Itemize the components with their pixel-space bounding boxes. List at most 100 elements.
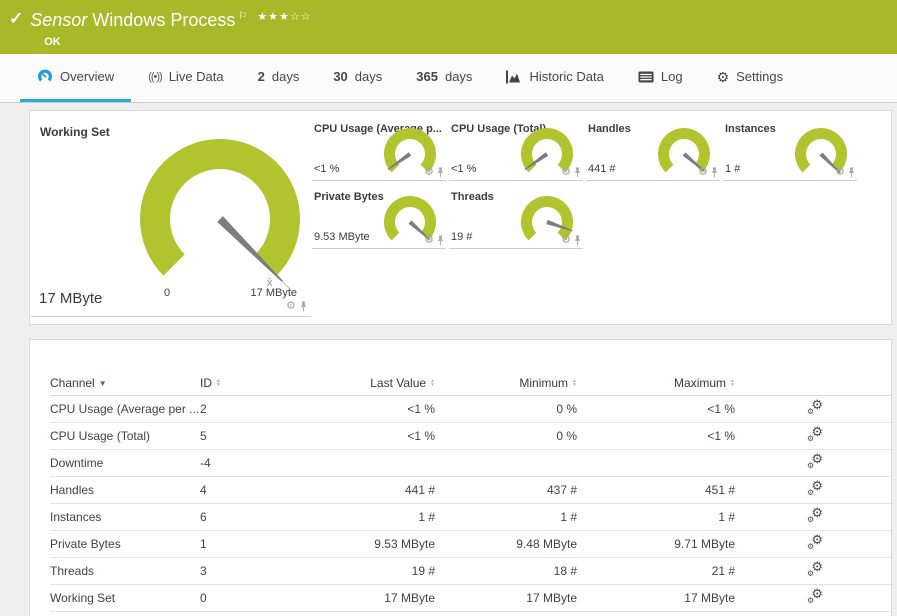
channel-name[interactable]: CPU Usage (Average per ... — [50, 402, 200, 416]
sort-icon: ▲ ▼ — [216, 378, 221, 388]
maximum-value: 17 MByte — [684, 591, 735, 605]
pin-icon[interactable] — [436, 167, 445, 178]
table-row[interactable]: Private Bytes 1 9.53 MByte 9.48 MByte 9.… — [50, 531, 891, 558]
channel-name[interactable]: Handles — [50, 483, 200, 497]
column-header-last-value[interactable]: Last Value ▲ ▼ — [300, 376, 435, 390]
mini-gauge-value: 441 # — [588, 163, 616, 175]
tab-label: days — [444, 69, 473, 84]
gauge-settings-icon[interactable]: ⚙ — [424, 235, 434, 246]
gauge-settings-icon[interactable]: ⚙ — [286, 301, 296, 312]
table-row[interactable]: Downtime -4 ⚙ ⚙ — [50, 450, 891, 477]
channel-id: 4 — [200, 483, 207, 497]
mini-gauge-cpu-total[interactable]: CPU Usage (Total) <1 % ⚙ — [449, 121, 583, 181]
tab-label: Settings — [736, 69, 784, 84]
table-row[interactable]: CPU Usage (Total) 5 <1 % 0 % <1 % ⚙ ⚙ — [50, 423, 891, 450]
last-value: <1 % — [407, 402, 435, 416]
tab-historic-data[interactable]: Historic Data — [489, 54, 620, 102]
channels-panel: Channel ▼ ID ▲ ▼ Last Value ▲ ▼ Minimum ▲ ▼… — [29, 339, 892, 616]
gauge-settings-icon[interactable]: ⚙ — [561, 167, 571, 178]
table-row[interactable]: Instances 6 1 # 1 # 1 # ⚙ ⚙ — [50, 504, 891, 531]
channel-settings-icon[interactable]: ⚙ ⚙ — [807, 560, 823, 578]
gauge-settings-icon[interactable]: ⚙ — [835, 167, 845, 178]
table-row[interactable]: Handles 4 441 # 437 # 451 # ⚙ ⚙ — [50, 477, 891, 504]
tab-live-data[interactable]: ((•)) Live Data — [131, 54, 240, 102]
channel-settings-icon[interactable]: ⚙ ⚙ — [807, 506, 823, 524]
minimum-value: 17 MByte — [526, 591, 577, 605]
log-icon — [638, 71, 654, 82]
channel-settings-icon[interactable]: ⚙ ⚙ — [807, 398, 823, 416]
maximum-value: <1 % — [707, 402, 735, 416]
mini-gauge-handles[interactable]: Handles 441 # ⚙ — [586, 121, 720, 181]
maximum-value: 451 # — [704, 483, 735, 497]
mini-gauge-value: <1 % — [314, 163, 340, 175]
gauge-scale-min: 0 — [163, 287, 171, 299]
channel-name[interactable]: Working Set — [50, 591, 200, 605]
column-header-minimum[interactable]: Minimum ▲ ▼ — [435, 376, 577, 390]
sensor-header: ✓ Sensor Windows Process ⚐ ★★★☆☆ OK — [0, 0, 897, 54]
maximum-value: 21 # — [711, 564, 735, 578]
mini-gauge-title: Instances — [725, 123, 776, 135]
mini-gauge-title: Handles — [588, 123, 631, 135]
channel-id: 2 — [200, 402, 207, 416]
channel-name[interactable]: Instances — [50, 510, 200, 524]
flag-icon[interactable]: ⚐ — [238, 11, 247, 22]
pin-icon[interactable] — [436, 235, 445, 246]
channel-settings-icon[interactable]: ⚙ ⚙ — [807, 479, 823, 497]
channel-settings-icon[interactable]: ⚙ ⚙ — [807, 452, 823, 470]
channel-name[interactable]: Downtime — [50, 456, 200, 470]
minimum-value: 9.48 MByte — [516, 537, 577, 551]
column-header-maximum[interactable]: Maximum ▲ ▼ — [577, 376, 735, 390]
tab-30-days[interactable]: 30 days — [316, 54, 399, 102]
mini-gauge-instances[interactable]: Instances 1 # ⚙ — [723, 121, 857, 181]
mini-gauge-value: 1 # — [725, 163, 741, 175]
channel-settings-icon[interactable]: ⚙ ⚙ — [807, 425, 823, 443]
column-header-id[interactable]: ID ▲ ▼ — [200, 376, 221, 390]
channel-settings-icon[interactable]: ⚙ ⚙ — [807, 587, 823, 605]
sensor-type-label: Sensor — [30, 10, 88, 30]
pin-icon[interactable] — [299, 301, 308, 312]
tab-365-days[interactable]: 365 days — [399, 54, 489, 102]
sensor-title-block: Sensor Windows Process ⚐ ★★★☆☆ OK — [30, 6, 311, 48]
column-header-channel[interactable]: Channel ▼ — [50, 376, 107, 390]
sort-desc-icon: ▼ — [98, 378, 107, 388]
table-header-row: Channel ▼ ID ▲ ▼ Last Value ▲ ▼ Minimum ▲ ▼… — [50, 371, 891, 396]
table-row[interactable]: CPU Usage (Average per ... 2 <1 % 0 % <1… — [50, 396, 891, 423]
column-label: ID — [200, 376, 212, 390]
channel-name[interactable]: CPU Usage (Total) — [50, 429, 200, 443]
channel-name[interactable]: Private Bytes — [50, 537, 200, 551]
tab-label: days — [354, 69, 383, 84]
gauge-settings-icon[interactable]: ⚙ — [561, 235, 571, 246]
minimum-value: 1 # — [560, 510, 577, 524]
table-row[interactable]: Threads 3 19 # 18 # 21 # ⚙ ⚙ — [50, 558, 891, 585]
pin-icon[interactable] — [847, 167, 856, 178]
tab-2-days[interactable]: 2 days — [241, 54, 317, 102]
tab-label: days — [271, 69, 300, 84]
broadcast-icon: ((•)) — [148, 70, 162, 83]
tab-settings[interactable]: ⚙ Settings — [700, 54, 801, 102]
channel-name[interactable]: Threads — [50, 564, 200, 578]
primary-gauge-actions: ⚙ — [286, 301, 308, 312]
pin-icon[interactable] — [573, 235, 582, 246]
gauge-settings-icon[interactable]: ⚙ — [424, 167, 434, 178]
tab-overview[interactable]: Overview — [20, 54, 132, 102]
table-row[interactable]: Working Set 0 17 MByte 17 MByte 17 MByte… — [50, 585, 891, 612]
mini-gauge-grid: CPU Usage (Average p... <1 % ⚙ CPU Usage… — [312, 121, 857, 249]
gauges-panel: Working Set x̄ 0 17 MByte 17 MByte ⚙ CPU… — [29, 110, 892, 325]
maximum-value: 9.71 MByte — [674, 537, 735, 551]
column-label: Channel — [50, 376, 95, 390]
primary-gauge-value: 17 MByte — [39, 290, 103, 307]
channel-settings-icon[interactable]: ⚙ ⚙ — [807, 533, 823, 551]
tab-number: 2 — [257, 69, 265, 84]
mini-gauge-value: 19 # — [451, 231, 473, 243]
pin-icon[interactable] — [710, 167, 719, 178]
channels-table: Channel ▼ ID ▲ ▼ Last Value ▲ ▼ Minimum ▲ ▼… — [30, 340, 891, 612]
gauge-settings-icon[interactable]: ⚙ — [698, 167, 708, 178]
mini-gauge-threads[interactable]: Threads 19 # ⚙ — [449, 189, 583, 249]
tab-log[interactable]: Log — [621, 54, 700, 102]
mini-gauge-private-bytes[interactable]: Private Bytes 9.53 MByte ⚙ — [312, 189, 446, 249]
priority-stars[interactable]: ★★★☆☆ — [257, 11, 311, 23]
mini-gauge-cpu-average[interactable]: CPU Usage (Average p... <1 % ⚙ — [312, 121, 446, 181]
gauge-icon — [38, 69, 52, 82]
minimum-value: 437 # — [546, 483, 577, 497]
pin-icon[interactable] — [573, 167, 582, 178]
